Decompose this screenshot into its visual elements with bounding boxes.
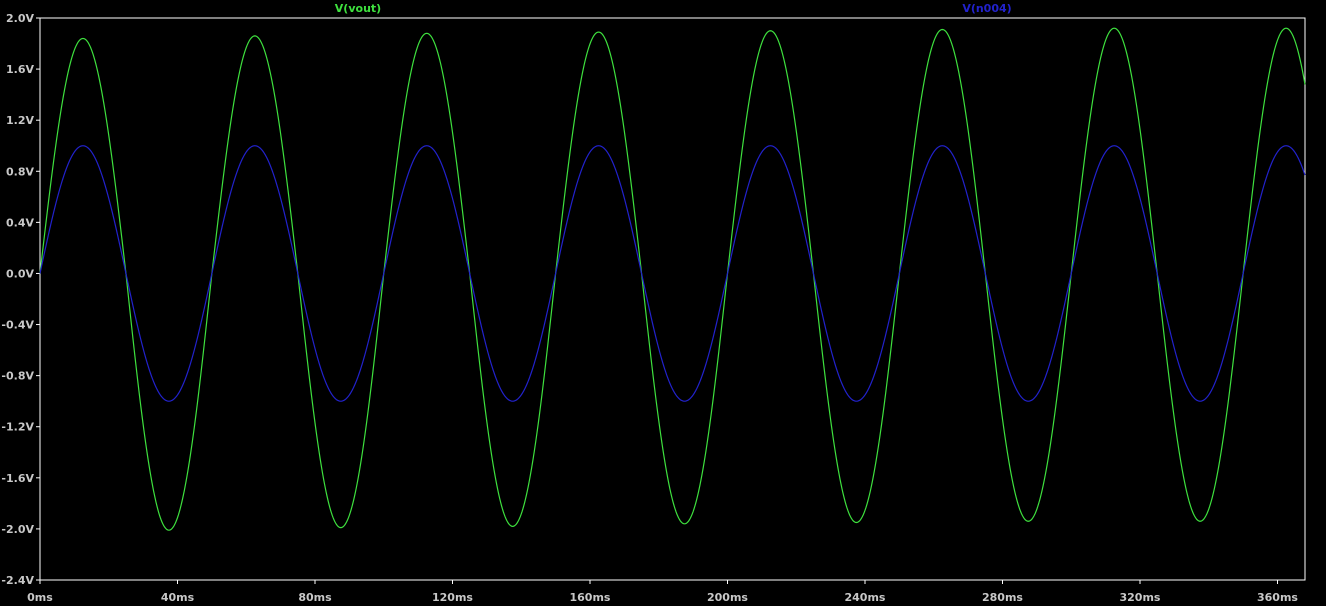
y-tick-label: 0.8V (6, 165, 34, 178)
legend: V(vout) V(n004) (335, 2, 1012, 15)
y-tick-label: 0.0V (6, 267, 34, 280)
legend-entry[interactable]: V(vout) (335, 2, 381, 15)
y-tick-label: 1.6V (6, 63, 34, 76)
x-tick-label: 80ms (298, 591, 332, 604)
x-tick-label: 320ms (1120, 591, 1161, 604)
y-tick-label: 0.4V (6, 216, 34, 229)
x-tick-label: 120ms (432, 591, 473, 604)
y-tick-label: 1.2V (6, 114, 34, 127)
x-tick-label: 0ms (27, 591, 53, 604)
x-tick-label: 40ms (161, 591, 195, 604)
plot-traces (39, 27, 1306, 531)
plot-frame (39, 17, 1306, 581)
x-tick-label: 360ms (1257, 591, 1298, 604)
y-axis: 2.0V 1.6V 1.2V 0.8V 0.4V 0.0V -0.4V -0.8V -1.2V -… (1, 12, 40, 587)
x-axis: 0ms 40ms 80ms 120ms 160ms 200ms 240ms 280ms 320m… (27, 580, 1298, 604)
x-tick-label: 200ms (707, 591, 748, 604)
y-tick-label: -2.4V (1, 574, 34, 587)
series-line-0 (39, 27, 1306, 531)
y-tick-label: -1.2V (1, 421, 34, 434)
legend-entry[interactable]: V(n004) (962, 2, 1011, 15)
x-tick-label: 280ms (982, 591, 1023, 604)
x-tick-label: 160ms (570, 591, 611, 604)
y-tick-label: 2.0V (6, 12, 34, 25)
x-tick-label: 240ms (845, 591, 886, 604)
y-tick-label: -0.4V (1, 319, 34, 332)
y-tick-label: -1.6V (1, 472, 34, 485)
y-tick-label: -0.8V (1, 370, 34, 383)
series-line-1 (39, 145, 1306, 402)
y-tick-label: -2.0V (1, 523, 34, 536)
waveform-plot[interactable]: 0ms 40ms 80ms 120ms 160ms 200ms 240ms 280ms 320m… (0, 0, 1326, 606)
